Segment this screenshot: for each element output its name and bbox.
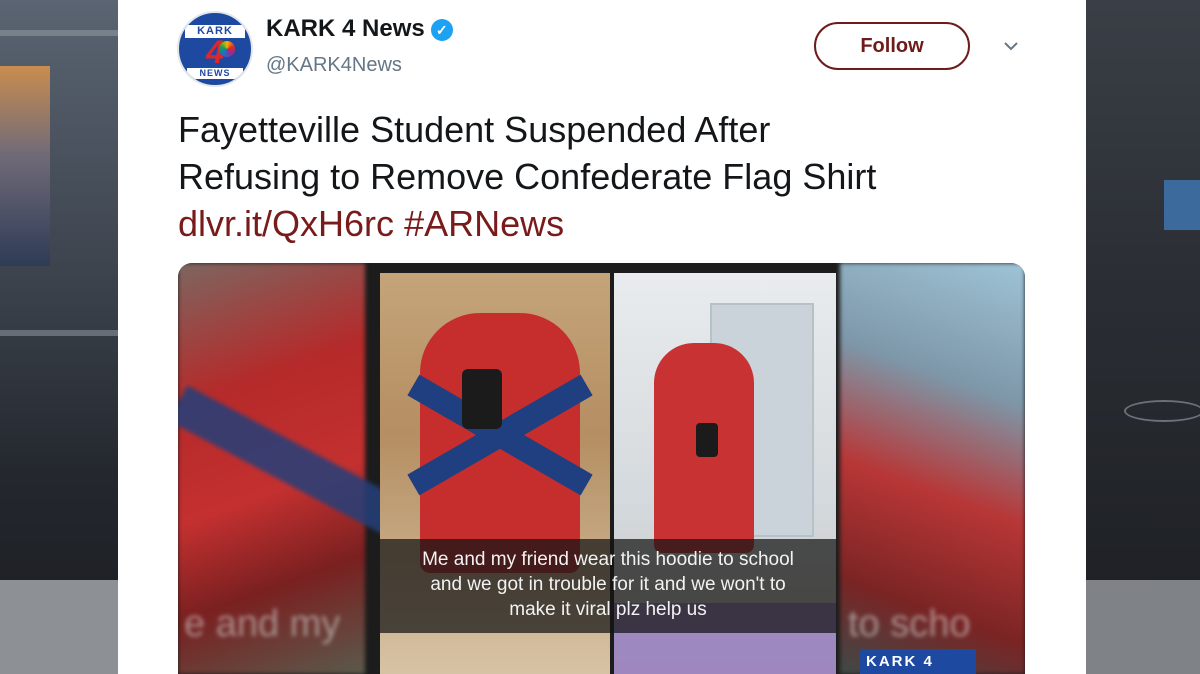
- photo-phone: [696, 423, 718, 457]
- tweet-links-row: dlvr.it/QxH6rc #ARNews: [178, 200, 1058, 247]
- caption-line: and we got in trouble for it and we won'…: [430, 574, 786, 595]
- tweet-text-line: Fayetteville Student Suspended After: [178, 109, 771, 150]
- media-blurred-left: e and my: [178, 263, 417, 674]
- tweet-link[interactable]: dlvr.it/QxH6rc: [178, 203, 394, 244]
- tweet-media[interactable]: e and my Me and my friend wear this hood…: [178, 263, 1025, 674]
- blurred-caption-left: e and my: [184, 603, 341, 645]
- follow-button[interactable]: Follow: [814, 22, 970, 70]
- account-name[interactable]: KARK 4 News: [266, 15, 425, 42]
- background-monitor: [0, 66, 50, 266]
- background-right-studio: [1084, 0, 1200, 674]
- tweet-text-line: Refusing to Remove Confederate Flag Shir…: [178, 156, 877, 197]
- avatar-logo-bottom: NEWS: [187, 68, 243, 79]
- tweet-text: Fayetteville Student Suspended After Ref…: [178, 106, 1058, 247]
- caption-line: Me and my friend wear this hoodie to sch…: [422, 549, 794, 570]
- background-stripe: [0, 330, 118, 336]
- background-left-studio: [0, 0, 118, 674]
- tweet-hashtag[interactable]: #ARNews: [404, 203, 564, 244]
- background-screen: [1164, 180, 1200, 230]
- nbc-peacock-icon: [219, 41, 235, 57]
- blurred-caption-right: to scho: [848, 603, 971, 645]
- background-floor: [1084, 580, 1200, 674]
- tweet-card: KARK 4 NEWS KARK 4 News ✓ @KARK4News Foll…: [118, 0, 1086, 674]
- background-floor: [0, 580, 118, 674]
- kark-watermark: KARK 4: [860, 649, 976, 674]
- verified-badge-icon: ✓: [430, 18, 453, 41]
- media-blurred-right: to scho: [840, 263, 1025, 674]
- chevron-down-icon[interactable]: [1000, 35, 1022, 57]
- background-ring: [1124, 400, 1200, 422]
- account-name-row[interactable]: KARK 4 News ✓: [266, 15, 453, 43]
- photo-phone: [462, 369, 502, 429]
- caption-line: make it viral plz help us: [509, 599, 707, 620]
- account-avatar[interactable]: KARK 4 NEWS: [177, 11, 253, 87]
- media-caption: Me and my friend wear this hoodie to sch…: [380, 547, 836, 622]
- background-stripe: [0, 30, 118, 36]
- media-caption-box: Me and my friend wear this hoodie to sch…: [380, 539, 836, 633]
- account-handle[interactable]: @KARK4News: [266, 53, 402, 77]
